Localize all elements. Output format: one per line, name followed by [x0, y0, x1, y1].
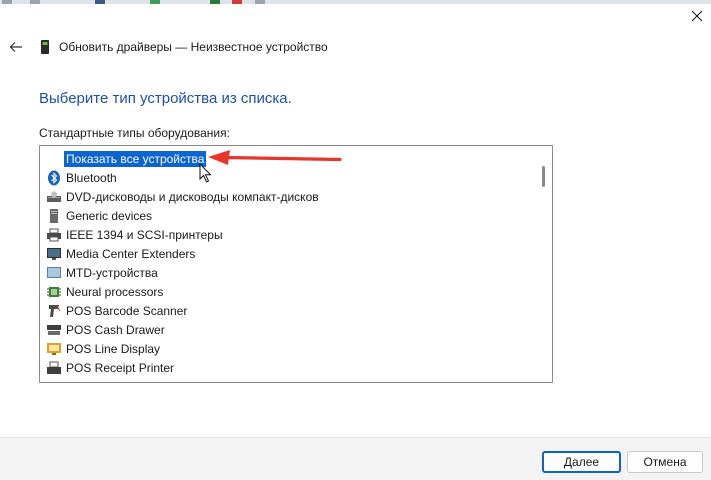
back-button[interactable] — [7, 38, 25, 56]
chip-icon — [46, 284, 62, 300]
mouse-cursor-icon — [199, 163, 212, 183]
list-label: Стандартные типы оборудования: — [39, 126, 230, 140]
list-scrollbar-thumb[interactable] — [542, 166, 545, 187]
dvd-drive-icon — [46, 189, 62, 205]
wizard-title: Обновить драйверы — Неизвестное устройст… — [59, 40, 328, 54]
back-arrow-icon — [9, 42, 22, 52]
barcode-scanner-icon — [46, 303, 62, 319]
close-button[interactable] — [684, 5, 710, 27]
receipt-printer-icon — [46, 360, 62, 376]
bluetooth-icon — [46, 170, 62, 186]
close-icon — [691, 10, 703, 22]
list-item-label: Media Center Extenders — [66, 246, 196, 261]
list-item-partial — [40, 377, 538, 383]
monitor-icon — [46, 246, 62, 262]
list-item-label: POS Barcode Scanner — [66, 303, 188, 318]
printer-icon — [46, 227, 62, 243]
device-type-list[interactable]: Показать все устройства Bluetooth DVD-ди… — [39, 145, 553, 383]
driver-device-icon — [41, 40, 49, 54]
generic-device-icon — [46, 208, 62, 224]
list-item-label: Показать все устройства — [64, 150, 207, 167]
list-item-media-center[interactable]: Media Center Extenders — [40, 244, 538, 263]
list-item-label: POS Line Display — [66, 341, 161, 356]
list-item-label: Bluetooth — [66, 170, 117, 185]
list-item-label: IEEE 1394 и SCSI-принтеры — [66, 227, 223, 242]
cash-drawer-icon — [46, 322, 62, 338]
list-item-ieee-scsi-printers[interactable]: IEEE 1394 и SCSI-принтеры — [40, 225, 538, 244]
list-item-label: Neural processors — [66, 284, 164, 299]
next-button[interactable]: Далее — [542, 451, 621, 473]
list-item-generic-devices[interactable]: Generic devices — [40, 206, 538, 225]
list-item-dvd[interactable]: DVD-дисководы и дисководы компакт-дисков — [40, 187, 538, 206]
list-item-neural-processors[interactable]: Neural processors — [40, 282, 538, 301]
list-item-label: DVD-дисководы и дисководы компакт-дисков — [66, 189, 319, 204]
partial-item-icon — [46, 379, 62, 383]
list-item-pos-line-display[interactable]: POS Line Display — [40, 339, 538, 358]
list-item-pos-receipt-printer[interactable]: POS Receipt Printer — [40, 358, 538, 377]
cancel-button[interactable]: Отмена — [627, 451, 703, 473]
list-item-label: POS Receipt Printer — [66, 360, 175, 375]
list-item-pos-barcode-scanner[interactable]: POS Barcode Scanner — [40, 301, 538, 320]
background-window-strip — [0, 0, 711, 4]
mtd-device-icon — [46, 265, 62, 281]
list-item-label: MTD-устройства — [66, 265, 158, 280]
list-item-label: POS Cash Drawer — [66, 322, 165, 337]
list-item-mtd[interactable]: MTD-устройства — [40, 263, 538, 282]
list-item-label: Generic devices — [66, 208, 153, 223]
annotation-arrow-icon — [208, 150, 342, 165]
list-item-pos-cash-drawer[interactable]: POS Cash Drawer — [40, 320, 538, 339]
page-heading: Выберите тип устройства из списка. — [39, 90, 292, 107]
line-display-icon — [46, 341, 62, 357]
